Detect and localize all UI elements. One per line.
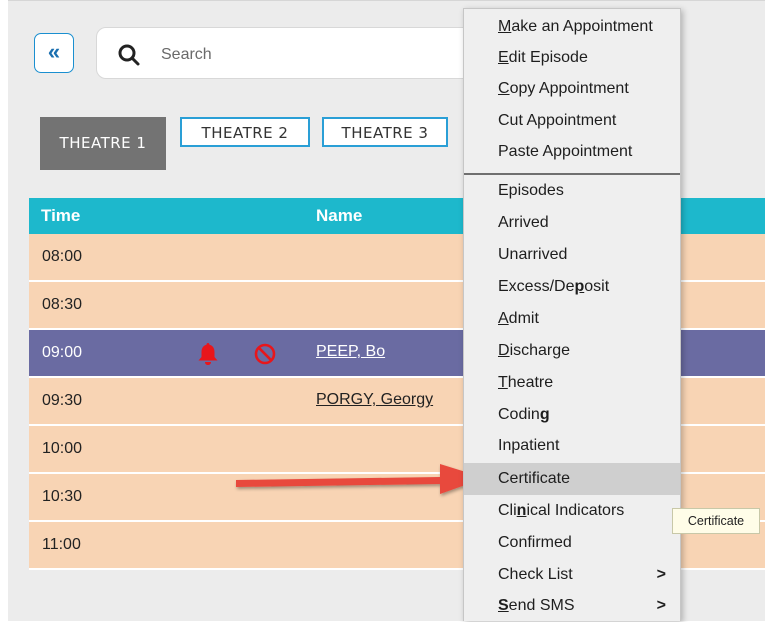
submenu-arrow-icon: > [656,597,666,614]
tab-theatre-2[interactable]: THEATRE 2 [180,117,310,147]
row-time: 11:00 [42,536,81,553]
no-entry-icon[interactable] [254,343,276,365]
row-time: 09:00 [42,344,83,361]
collapse-sidebar-button[interactable]: « [34,33,74,73]
menu-item-inpatient[interactable]: Inpatient [464,430,680,462]
menu-item-coding[interactable]: Coding [464,399,680,431]
tooltip: Certificate [672,508,760,534]
search-box[interactable] [96,27,476,79]
annotation-arrow-icon [236,464,485,494]
row-time: 08:00 [42,248,83,265]
tab-theatre-1[interactable]: THEATRE 1 [40,117,166,170]
patient-name-link[interactable]: PORGY, Georgy [316,391,433,409]
menu-item-cut-appointment[interactable]: Cut Appointment [464,105,680,137]
menu-item-edit-episode[interactable]: Edit Episode [464,42,680,74]
row-time: 09:30 [42,392,83,409]
menu-item-label: Check List [498,566,573,583]
search-input[interactable] [159,43,463,67]
search-icon [118,44,140,66]
column-header-time: Time [41,206,81,225]
menu-item-admit[interactable]: Admit [464,303,680,335]
menu-item-send-sms[interactable]: Send SMS > [464,590,680,622]
double-chevron-left-icon: « [47,39,61,64]
menu-item-episodes[interactable]: Episodes [464,175,680,207]
menu-item-theatre[interactable]: Theatre [464,367,680,399]
tab-theatre-3[interactable]: THEATRE 3 [322,117,448,147]
bell-icon[interactable] [197,342,219,366]
menu-item-clinical-indicators[interactable]: Clinical Indicators [464,495,680,527]
row-time: 10:30 [42,488,83,505]
menu-item-confirmed[interactable]: Confirmed [464,527,680,559]
submenu-arrow-icon: > [656,566,666,583]
menu-item-unarrived[interactable]: Unarrived [464,239,680,271]
context-menu: Make an Appointment Edit Episode Copy Ap… [463,8,681,621]
menu-item-arrived[interactable]: Arrived [464,207,680,239]
menu-item-certificate[interactable]: Certificate [464,463,680,495]
column-header-name: Name [316,206,363,225]
menu-item-excess-deposit[interactable]: Excess/Deposit [464,271,680,303]
menu-item-copy-appointment[interactable]: Copy Appointment [464,73,680,105]
menu-item-check-list[interactable]: Check List > [464,559,680,591]
row-time: 08:30 [42,296,83,313]
row-time: 10:00 [42,440,83,457]
menu-item-make-appointment[interactable]: Make an Appointment [464,11,680,43]
menu-item-label: Send SMS [498,597,575,614]
patient-name-link[interactable]: PEEP, Bo [316,343,385,361]
menu-item-discharge[interactable]: Discharge [464,335,680,367]
menu-item-paste-appointment[interactable]: Paste Appointment [464,136,680,168]
